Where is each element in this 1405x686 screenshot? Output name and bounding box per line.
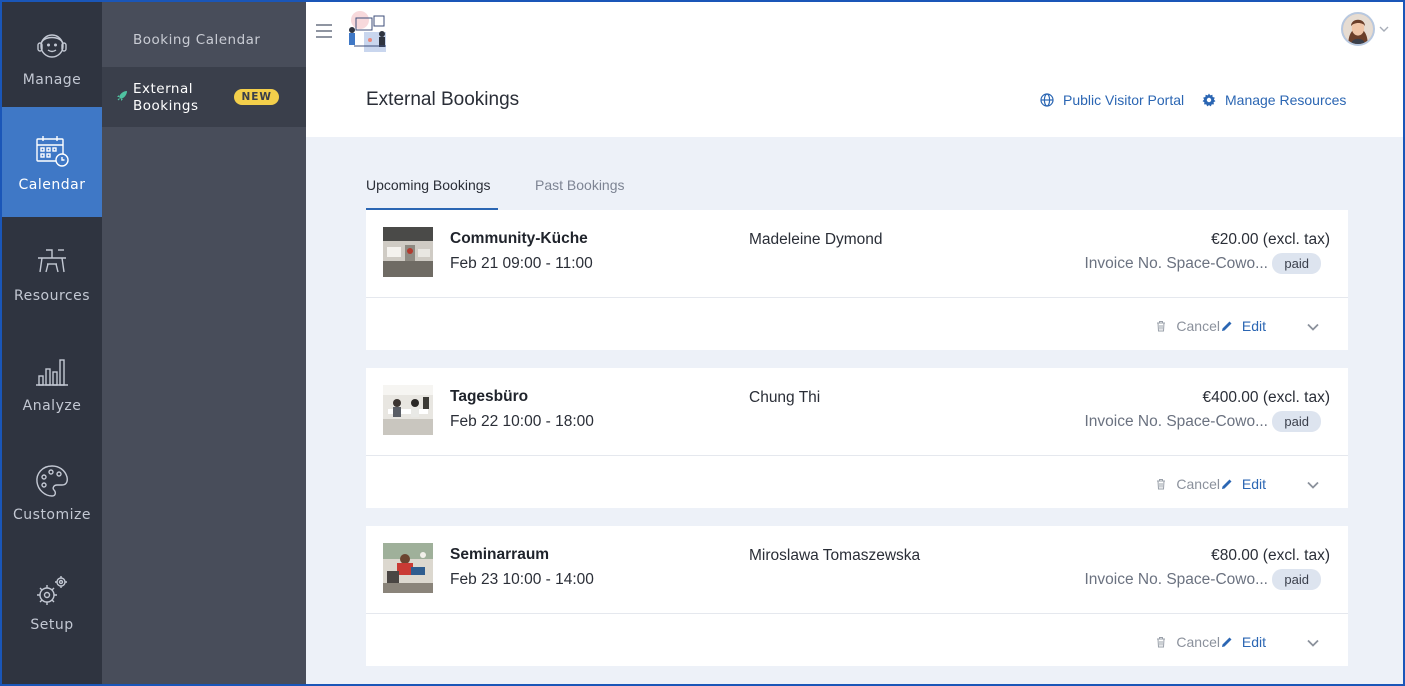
resource-name: Tagesbüro — [450, 388, 529, 405]
trash-icon — [1157, 321, 1166, 332]
rocket-icon — [117, 91, 127, 101]
booking-card: Tagesbüro Feb 22 10:00 - 18:00 Chung Thi… — [366, 368, 1348, 508]
submenu-booking-calendar-label: Booking Calendar — [133, 32, 261, 48]
booking-summary[interactable]: Tagesbüro Feb 22 10:00 - 18:00 Chung Thi… — [366, 368, 1348, 456]
palette-icon — [36, 465, 68, 497]
tab-upcoming-bookings[interactable]: Upcoming Bookings — [366, 177, 491, 193]
bar-chart-icon — [36, 359, 68, 386]
trash-icon — [1157, 479, 1166, 490]
submenu-external-line1: External — [133, 81, 194, 97]
nav-label-manage: Manage — [22, 72, 82, 88]
gear-icon — [1202, 93, 1216, 107]
booking-time: Feb 23 10:00 - 14:00 — [450, 571, 594, 588]
desk-chairs-icon — [38, 249, 66, 273]
payment-status-badge: paid — [1272, 411, 1321, 432]
booking-summary[interactable]: Community-Küche Feb 21 09:00 - 11:00 Mad… — [366, 210, 1348, 298]
user-photo — [1343, 14, 1373, 44]
hamburger-menu-icon[interactable] — [316, 24, 332, 38]
nav-item-analyze[interactable]: Analyze — [2, 328, 102, 438]
booking-price: €20.00 (excl. tax) — [1211, 231, 1330, 248]
booking-card: Seminarraum Feb 23 10:00 - 14:00 Mirosla… — [366, 526, 1348, 666]
booking-time: Feb 21 09:00 - 11:00 — [450, 255, 593, 272]
nav-item-manage[interactable]: Manage — [2, 2, 102, 112]
visitor-name: Madeleine Dymond — [749, 231, 883, 248]
payment-status-badge: paid — [1272, 569, 1321, 590]
cancel-booking-button[interactable]: Cancel — [1155, 318, 1220, 334]
submenu-external-line2: Bookings — [133, 98, 199, 114]
manage-resources-link[interactable]: Manage Resources — [1202, 92, 1346, 108]
main-content: External Bookings Public Visitor Portal … — [306, 2, 1403, 684]
edit-booking-button[interactable]: Edit — [1221, 634, 1266, 650]
edit-booking-button[interactable]: Edit — [1221, 476, 1266, 492]
pencil-icon — [1221, 637, 1232, 647]
nav-label-setup: Setup — [30, 617, 74, 633]
expand-chevron-icon[interactable] — [1306, 320, 1320, 334]
bookings-tabs: Upcoming Bookings Past Bookings — [366, 165, 766, 213]
globe-icon — [1040, 93, 1054, 107]
cancel-booking-button[interactable]: Cancel — [1155, 634, 1220, 650]
resource-name: Seminarraum — [450, 546, 550, 563]
nav-item-customize[interactable]: Customize — [2, 437, 102, 547]
cancel-label: Cancel — [1176, 476, 1220, 492]
tab-past-bookings[interactable]: Past Bookings — [535, 177, 625, 193]
nav-item-resources[interactable]: Resources — [2, 218, 102, 328]
manage-resources-label: Manage Resources — [1225, 92, 1347, 108]
cancel-label: Cancel — [1176, 318, 1220, 334]
resource-thumbnail-image — [383, 227, 433, 277]
app-window: Manage Calendar Resources Analyze Custom… — [2, 2, 1403, 684]
trash-icon — [1157, 637, 1166, 648]
calendar-submenu: Booking Calendar External Bookings NEW — [102, 2, 306, 684]
nav-label-calendar: Calendar — [18, 177, 86, 193]
page-title: External Bookings — [366, 89, 520, 110]
edit-label: Edit — [1241, 476, 1266, 492]
edit-booking-button[interactable]: Edit — [1221, 318, 1266, 334]
booking-price: €80.00 (excl. tax) — [1211, 547, 1330, 564]
chevron-down-icon[interactable] — [1379, 24, 1389, 34]
visitor-name: Miroslawa Tomaszewska — [749, 547, 921, 564]
booking-time: Feb 22 10:00 - 18:00 — [450, 413, 594, 430]
main-nav-rail: Manage Calendar Resources Analyze Custom… — [2, 2, 102, 684]
nav-label-resources: Resources — [14, 288, 90, 304]
cancel-booking-button[interactable]: Cancel — [1155, 476, 1220, 492]
public-visitor-portal-label: Public Visitor Portal — [1063, 92, 1185, 108]
nav-item-setup[interactable]: Setup — [2, 547, 102, 657]
gears-icon — [37, 576, 67, 605]
invoice-number: Invoice No. Space-Cowo... — [1084, 255, 1268, 272]
public-visitor-portal-link[interactable]: Public Visitor Portal — [1040, 92, 1184, 108]
tab-upcoming-label: Upcoming Bookings — [366, 177, 491, 193]
submenu-external-bookings[interactable]: External Bookings NEW — [102, 67, 306, 127]
edit-label: Edit — [1241, 318, 1266, 334]
agent-icon — [37, 34, 67, 58]
nav-label-analyze: Analyze — [22, 398, 82, 414]
calendar-icon — [36, 136, 69, 167]
payment-status-badge: paid — [1272, 253, 1321, 274]
submenu-booking-calendar[interactable]: Booking Calendar — [102, 32, 306, 62]
invoice-number: Invoice No. Space-Cowo... — [1084, 571, 1268, 588]
booking-price: €400.00 (excl. tax) — [1202, 389, 1330, 406]
new-badge: NEW — [234, 89, 279, 105]
resource-thumbnail-image — [383, 543, 433, 593]
top-header: External Bookings Public Visitor Portal … — [306, 2, 1403, 137]
expand-chevron-icon[interactable] — [1306, 478, 1320, 492]
cancel-label: Cancel — [1176, 634, 1220, 650]
resource-name: Community-Küche — [450, 230, 588, 247]
space-logo-illustration — [349, 11, 386, 52]
pencil-icon — [1221, 321, 1232, 331]
invoice-number: Invoice No. Space-Cowo... — [1084, 413, 1268, 430]
expand-chevron-icon[interactable] — [1306, 636, 1320, 650]
booking-card: Community-Küche Feb 21 09:00 - 11:00 Mad… — [366, 210, 1348, 350]
edit-label: Edit — [1241, 634, 1266, 650]
booking-summary[interactable]: Seminarraum Feb 23 10:00 - 14:00 Mirosla… — [366, 526, 1348, 614]
visitor-name: Chung Thi — [749, 389, 821, 406]
tab-past-label: Past Bookings — [535, 177, 625, 193]
pencil-icon — [1221, 479, 1232, 489]
user-avatar[interactable] — [1341, 12, 1375, 46]
nav-item-calendar[interactable]: Calendar — [2, 107, 102, 217]
nav-label-customize: Customize — [13, 507, 91, 523]
resource-thumbnail-image — [383, 385, 433, 435]
